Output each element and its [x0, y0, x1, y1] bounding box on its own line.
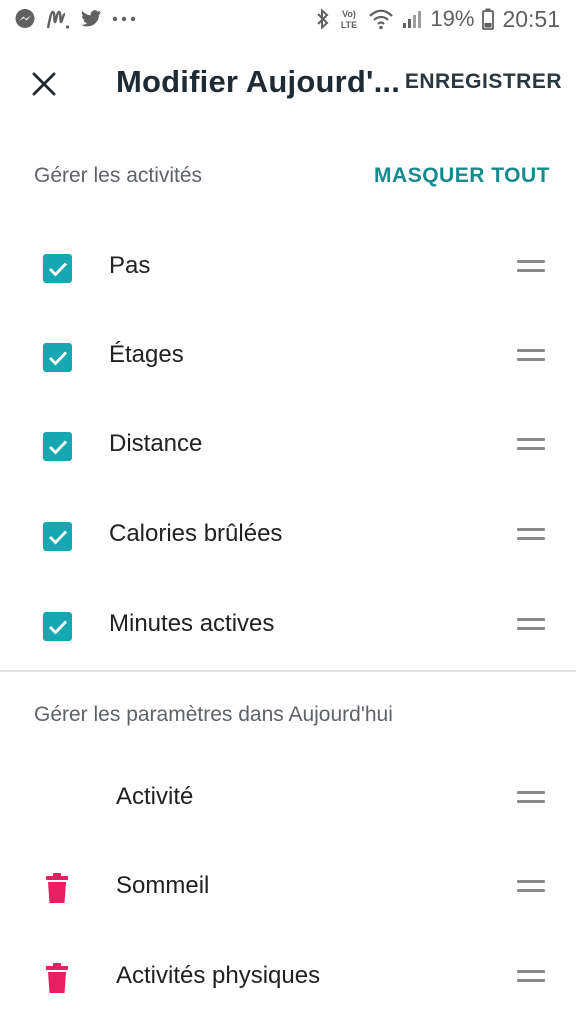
- drag-handle-icon[interactable]: [517, 791, 545, 805]
- activity-checkbox[interactable]: [43, 254, 72, 283]
- check-icon: [48, 351, 67, 366]
- setting-label: Sommeil: [116, 872, 210, 899]
- setting-row-sleep[interactable]: Sommeil: [0, 844, 576, 932]
- drag-handle-icon[interactable]: [517, 880, 545, 894]
- trash-icon: [46, 963, 68, 993]
- wifi-icon: [368, 8, 394, 30]
- drag-handle-icon[interactable]: [517, 528, 545, 542]
- activity-label: Calories brûlées: [109, 520, 283, 547]
- bluetooth-icon: [316, 8, 330, 30]
- page-title: Modifier Aujourd'...: [116, 64, 401, 99]
- setting-label: Activité: [116, 783, 194, 810]
- drag-handle-icon[interactable]: [517, 970, 545, 984]
- close-icon: [32, 72, 56, 96]
- activities-section-heading: Gérer les activités: [34, 164, 203, 187]
- messenger-icon: [14, 8, 36, 30]
- check-icon: [48, 530, 67, 545]
- drag-handle-icon[interactable]: [517, 438, 545, 452]
- activity-row-steps[interactable]: Pas: [0, 224, 576, 312]
- battery-percent: 19%: [430, 6, 475, 31]
- activity-row-floors[interactable]: Étages: [0, 313, 576, 401]
- setting-row-exercise[interactable]: Activités physiques: [0, 934, 576, 1022]
- activity-row-calories[interactable]: Calories brûlées: [0, 492, 576, 580]
- settings-section-heading: Gérer les paramètres dans Aujourd'hui: [34, 703, 393, 726]
- activity-checkbox[interactable]: [43, 522, 72, 551]
- twitter-icon: [80, 9, 102, 29]
- drag-handle-icon[interactable]: [517, 618, 545, 632]
- check-icon: [48, 262, 67, 277]
- more-dots-icon: [112, 16, 136, 22]
- notification-icons: [14, 6, 136, 32]
- section-divider: [0, 670, 576, 672]
- activity-row-active-minutes[interactable]: Minutes actives: [0, 582, 576, 670]
- hide-all-button[interactable]: MASQUER TOUT: [374, 164, 550, 188]
- signal-icon: [402, 8, 422, 30]
- activity-label: Minutes actives: [109, 610, 275, 637]
- activity-row-distance[interactable]: Distance: [0, 402, 576, 490]
- activity-label: Distance: [109, 430, 203, 457]
- mail-m-icon: [46, 8, 70, 30]
- app-bar: Modifier Aujourd'... ENREGISTRER: [0, 48, 576, 120]
- status-bar: Vo) LTE 19% 20:51: [0, 0, 576, 38]
- system-icons: Vo) LTE 19% 20:51: [316, 6, 560, 32]
- setting-label: Activités physiques: [116, 962, 321, 989]
- trash-icon: [46, 873, 68, 903]
- clock: 20:51: [502, 5, 560, 32]
- activity-checkbox[interactable]: [43, 612, 72, 641]
- close-button[interactable]: [22, 62, 66, 106]
- activity-checkbox[interactable]: [43, 432, 72, 461]
- activity-checkbox[interactable]: [43, 343, 72, 372]
- drag-handle-icon[interactable]: [517, 260, 545, 274]
- volte-icon: Vo) LTE: [338, 7, 360, 31]
- check-icon: [48, 440, 67, 455]
- delete-button[interactable]: [45, 872, 69, 904]
- activity-label: Étages: [109, 341, 184, 368]
- svg-text:LTE: LTE: [341, 20, 357, 30]
- svg-text:Vo): Vo): [342, 9, 356, 19]
- activity-label: Pas: [109, 252, 151, 279]
- save-button[interactable]: ENREGISTRER: [405, 70, 562, 94]
- check-icon: [48, 620, 67, 635]
- drag-handle-icon[interactable]: [517, 349, 545, 363]
- delete-button[interactable]: [45, 962, 69, 994]
- battery-icon: [482, 8, 495, 30]
- setting-row-activity[interactable]: Activité: [0, 755, 576, 843]
